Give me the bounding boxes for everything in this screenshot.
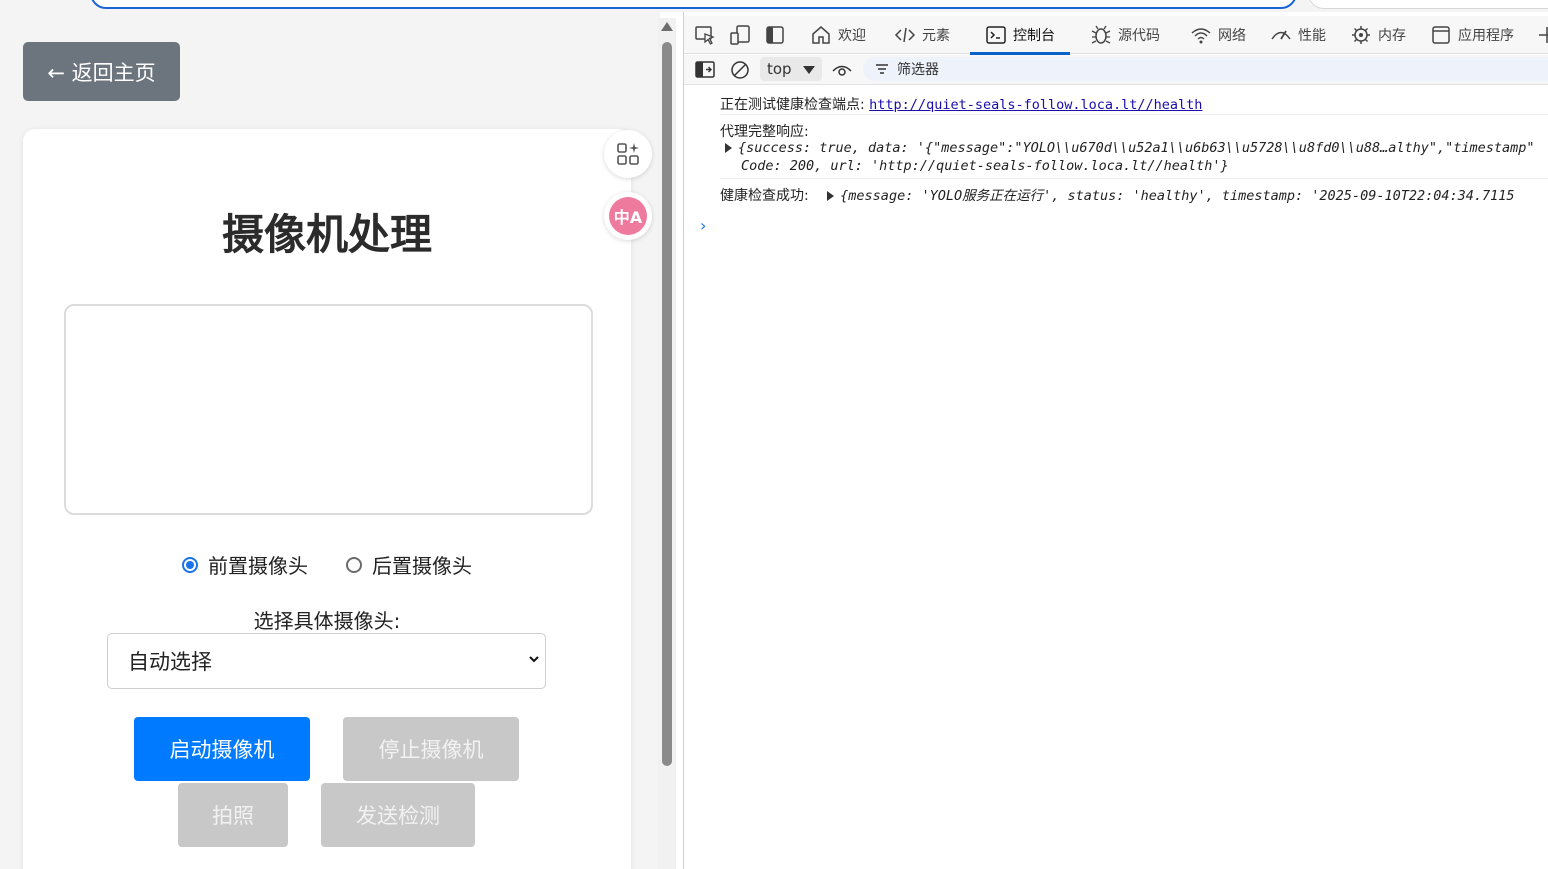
health-url-link[interactable]: http://quiet-seals-follow.loca.lt//healt… bbox=[869, 97, 1202, 113]
response-object: {success: true, data: '{"message":"YOLO\… bbox=[738, 140, 1535, 156]
sidebar-toggle-icon[interactable] bbox=[694, 59, 716, 81]
console-separator bbox=[720, 114, 1548, 115]
start-camera-button[interactable]: 启动摄像机 bbox=[134, 717, 310, 781]
code-icon bbox=[894, 27, 916, 43]
radio-back-camera[interactable]: 后置摄像头 bbox=[346, 550, 472, 579]
gauge-icon bbox=[1271, 30, 1291, 40]
tab-memory-label: 内存 bbox=[1378, 28, 1406, 44]
devtools-tabbar: 欢迎 元素 控制台 源代码 网络 性能 内存 应用程序 bbox=[684, 16, 1548, 55]
tab-network[interactable]: 网络 bbox=[1190, 16, 1246, 54]
camera-card: 摄像机处理 前置摄像头 后置摄像头 选择具体摄像头: 自动选择 启动摄像机 停止… bbox=[23, 129, 631, 869]
scroll-up-arrow-icon[interactable] bbox=[661, 22, 673, 31]
console-line-3b: Code: 200, url: 'http://quiet-seals-foll… bbox=[741, 158, 1229, 174]
tab-sources[interactable]: 源代码 bbox=[1090, 16, 1160, 54]
wifi-icon bbox=[1191, 28, 1211, 44]
dock-side-icon[interactable] bbox=[764, 24, 786, 46]
apps-sparkle-icon[interactable] bbox=[604, 130, 652, 178]
bug-icon bbox=[1091, 25, 1111, 44]
expand-caret-icon[interactable] bbox=[725, 143, 732, 153]
tab-elements[interactable]: 元素 bbox=[894, 16, 950, 54]
camera-select-value: 自动选择 bbox=[128, 650, 212, 674]
web-page: ← 返回主页 摄像机处理 前置摄像头 后置摄像头 选择具体摄像头: 自动选择 启… bbox=[0, 9, 660, 869]
console-line-2: 代理完整响应: bbox=[720, 124, 809, 140]
chip-icon bbox=[1352, 26, 1370, 44]
tab-welcome-label: 欢迎 bbox=[838, 28, 866, 44]
radio-front-indicator[interactable] bbox=[182, 556, 198, 573]
radio-front-label: 前置摄像头 bbox=[208, 554, 308, 578]
tab-application[interactable]: 应用程序 bbox=[1430, 16, 1514, 54]
filter-icon bbox=[876, 64, 888, 74]
send-detect-button[interactable]: 发送检测 bbox=[321, 783, 475, 847]
chevron-down-icon bbox=[529, 656, 539, 663]
tab-welcome[interactable]: 欢迎 bbox=[810, 16, 866, 54]
radio-back-label: 后置摄像头 bbox=[372, 554, 472, 578]
console-icon bbox=[986, 26, 1006, 44]
tab-application-label: 应用程序 bbox=[1458, 28, 1514, 44]
clear-console-icon[interactable] bbox=[729, 59, 751, 81]
console-toolbar: top 筛选器 bbox=[684, 55, 1548, 85]
tab-console-label: 控制台 bbox=[1013, 28, 1055, 44]
take-photo-button[interactable]: 拍照 bbox=[178, 783, 288, 847]
console-prompt-icon[interactable]: › bbox=[700, 216, 706, 235]
context-select[interactable]: top bbox=[760, 57, 822, 81]
more-tabs-icon[interactable] bbox=[1536, 24, 1548, 46]
camera-facing-group: 前置摄像头 后置摄像头 bbox=[23, 550, 631, 579]
tab-elements-label: 元素 bbox=[922, 28, 950, 44]
page-title: 摄像机处理 bbox=[221, 210, 432, 259]
health-object: {message: 'YOLO服务正在运行', status: 'healthy… bbox=[840, 188, 1515, 204]
radio-front-camera[interactable]: 前置摄像头 bbox=[182, 550, 308, 579]
console-line-1: 正在测试健康检查端点: http://quiet-seals-follow.lo… bbox=[720, 97, 1203, 113]
tab-performance[interactable]: 性能 bbox=[1270, 16, 1326, 54]
console-filter[interactable]: 筛选器 bbox=[863, 57, 1548, 81]
stop-camera-button[interactable]: 停止摄像机 bbox=[343, 717, 519, 781]
context-select-value: top bbox=[767, 60, 792, 78]
tab-console[interactable]: 控制台 bbox=[970, 16, 1070, 55]
filter-label: 筛选器 bbox=[897, 62, 939, 78]
tab-sources-label: 源代码 bbox=[1118, 28, 1160, 44]
tab-memory[interactable]: 内存 bbox=[1350, 16, 1406, 54]
app-window-icon bbox=[1432, 26, 1450, 44]
devtools-panel: 欢迎 元素 控制台 源代码 网络 性能 内存 应用程序 top 筛选器 正在测试… bbox=[683, 12, 1548, 869]
console-separator bbox=[720, 178, 1548, 179]
tab-performance-label: 性能 bbox=[1298, 28, 1326, 44]
eye-icon[interactable] bbox=[831, 59, 853, 81]
inspect-icon[interactable] bbox=[694, 24, 716, 46]
camera-select-label: 选择具体摄像头: bbox=[253, 609, 401, 633]
apps-grid-icon bbox=[617, 143, 639, 165]
radio-back-indicator[interactable] bbox=[346, 556, 362, 573]
back-home-button[interactable]: ← 返回主页 bbox=[23, 42, 180, 101]
home-icon bbox=[812, 26, 830, 44]
address-bar[interactable] bbox=[90, 0, 1297, 9]
browser-side-box bbox=[1308, 0, 1548, 9]
translate-icon: 中A bbox=[609, 197, 647, 235]
console-line-3[interactable]: {success: true, data: '{"message":"YOLO\… bbox=[725, 140, 1535, 156]
translate-button[interactable]: 中A bbox=[604, 192, 652, 240]
caret-down-icon bbox=[803, 66, 815, 74]
expand-caret-icon[interactable] bbox=[827, 191, 835, 201]
device-toolbar-icon[interactable] bbox=[729, 24, 751, 46]
camera-select[interactable]: 自动选择 bbox=[107, 633, 546, 689]
console-line-4[interactable]: 健康检查成功: {message: 'YOLO服务正在运行', status: … bbox=[720, 184, 1515, 205]
tab-network-label: 网络 bbox=[1218, 28, 1246, 44]
video-preview bbox=[64, 304, 593, 515]
scroll-thumb[interactable] bbox=[662, 42, 672, 766]
